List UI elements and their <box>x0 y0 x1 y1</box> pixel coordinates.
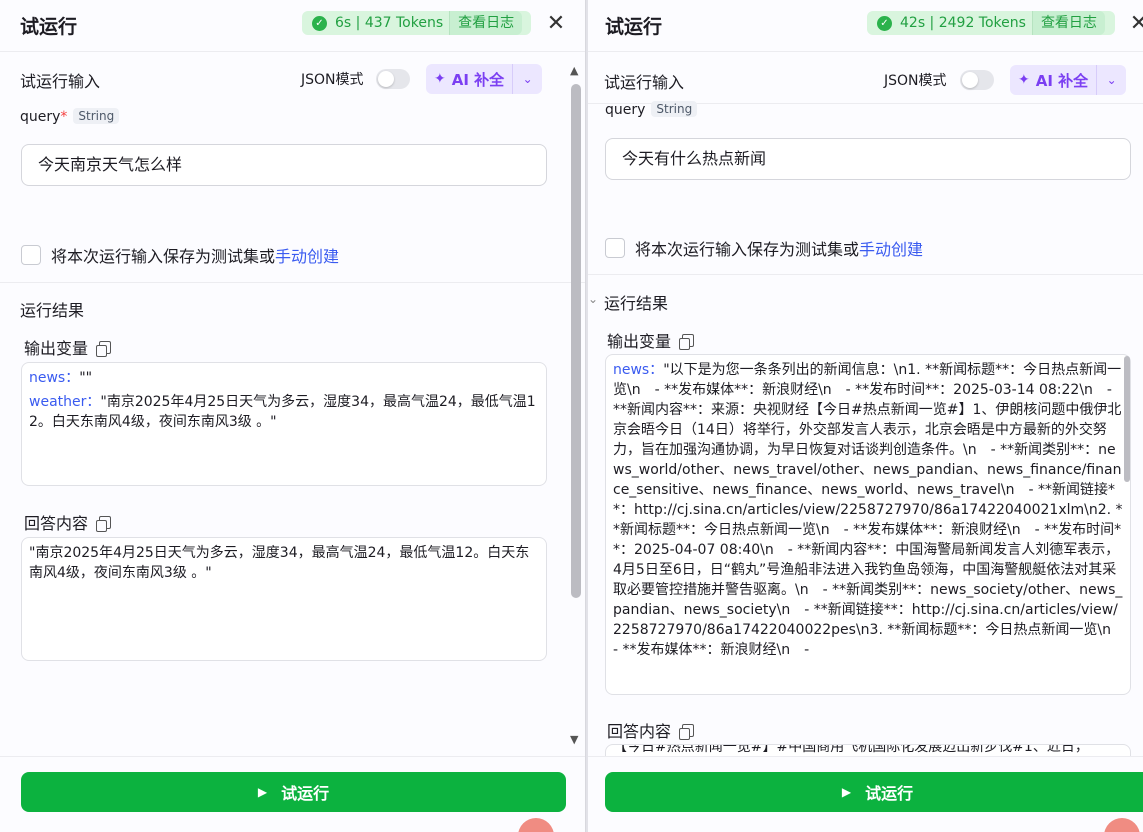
param-label: query* String <box>20 108 120 125</box>
answer-title: 回答内容 <box>607 718 695 742</box>
output-key: news： <box>613 362 664 378</box>
save-testset-checkbox[interactable] <box>605 238 625 258</box>
output-key: weather： <box>29 394 101 410</box>
output-vars-title: 输出变量 <box>607 328 695 352</box>
output-vars-box: news："以下是为您一条条列出的新闻信息：\n1. **新闻标题**：今日热点… <box>605 354 1131 695</box>
scrollbar-thumb[interactable] <box>571 84 581 598</box>
output-value: "" <box>79 370 93 386</box>
play-icon: ▶ <box>841 785 852 799</box>
output-value: "南京2025年4月25日天气为多云，湿度34，最高气温24，最低气温12。白天… <box>29 394 536 430</box>
sparkle-icon: ✦ <box>1018 72 1030 88</box>
output-vars-title: 输出变量 <box>24 335 112 359</box>
ai-complete-button[interactable]: ✦ AI 补全 ⌄ <box>1010 65 1127 95</box>
param-name: query <box>20 109 61 125</box>
left-test-run-panel: 试运行 ✓ 6s | 437 Tokens 查看日志 ✕ 试运行输入 JSON模… <box>0 0 586 832</box>
panel-title: 试运行 <box>605 16 663 38</box>
copy-icon[interactable] <box>679 724 695 740</box>
panel-header: 试运行 ✓ 6s | 437 Tokens 查看日志 ✕ <box>0 0 585 52</box>
manual-create-link[interactable]: 手动创建 <box>275 243 339 267</box>
answer-label: 回答内容 <box>607 722 672 741</box>
answer-box: "南京2025年4月25日天气为多云，湿度34，最高气温24，最低气温12。白天… <box>21 537 547 661</box>
input-section-title: 试运行输入 <box>20 72 101 91</box>
scrollbar-thumb[interactable] <box>1124 356 1130 482</box>
save-testset-text: 将本次运行输入保存为测试集或 <box>51 247 276 266</box>
output-row-news: news："" <box>29 368 539 388</box>
output-vars-label: 输出变量 <box>24 339 89 358</box>
json-mode-label: JSON模式 <box>884 73 947 89</box>
output-key: news： <box>29 370 80 386</box>
sparkle-icon: ✦ <box>434 71 446 87</box>
param-type-tag: String <box>651 101 698 117</box>
close-icon[interactable]: ✕ <box>1127 10 1143 38</box>
save-testset-checkbox[interactable] <box>21 245 41 265</box>
panel-header: 试运行 ✓ 42s | 2492 Tokens 查看日志 ✕ <box>588 0 1143 52</box>
param-label: query String <box>605 101 698 118</box>
required-mark: * <box>60 109 68 125</box>
panel-footer: ▶ 试运行 <box>588 756 1143 832</box>
run-label: 试运行 <box>281 784 330 803</box>
param-type-tag: String <box>73 108 120 124</box>
copy-icon[interactable] <box>679 334 695 350</box>
run-status-badge: ✓ 42s | 2492 Tokens 查看日志 <box>867 11 1115 35</box>
chevron-down-icon[interactable]: ⌄ <box>512 64 542 94</box>
success-check-icon: ✓ <box>877 15 892 31</box>
run-label: 试运行 <box>865 784 914 803</box>
panel-footer: ▶ 试运行 <box>0 756 585 832</box>
ai-complete-label: AI 补全 <box>1035 71 1089 90</box>
output-vars-label: 输出变量 <box>607 332 672 351</box>
ai-complete-label: AI 补全 <box>451 70 505 89</box>
scroll-down-arrow[interactable]: ▼ <box>570 733 578 746</box>
right-test-run-panel: 试运行 ✓ 42s | 2492 Tokens 查看日志 ✕ 试运行输入 JSO… <box>588 0 1143 832</box>
view-log-button[interactable]: 查看日志 <box>1031 11 1105 35</box>
close-icon[interactable]: ✕ <box>544 10 568 38</box>
copy-icon[interactable] <box>96 516 112 532</box>
run-stats: 6s | 437 Tokens <box>335 15 444 31</box>
panel-title: 试运行 <box>20 16 78 38</box>
play-icon: ▶ <box>257 785 268 799</box>
run-stats: 42s | 2492 Tokens <box>900 15 1026 31</box>
output-row-weather: weather："南京2025年4月25日天气为多云，湿度34，最高气温24，最… <box>29 392 539 432</box>
answer-label: 回答内容 <box>24 514 89 533</box>
save-testset-text: 将本次运行输入保存为测试集或 <box>635 240 860 259</box>
result-section-title: 运行结果 <box>604 294 669 313</box>
json-mode-toggle[interactable] <box>960 70 994 90</box>
collapse-caret-icon[interactable]: ⌄ <box>588 292 598 306</box>
param-name: query <box>605 102 646 118</box>
query-input[interactable]: 今天南京天气怎么样 <box>21 144 547 186</box>
json-mode-toggle[interactable] <box>376 69 410 89</box>
output-vars-box: news："" weather："南京2025年4月25日天气为多云，湿度34，… <box>21 362 547 486</box>
view-log-button[interactable]: 查看日志 <box>449 11 523 35</box>
copy-icon[interactable] <box>96 341 112 357</box>
run-status-badge: ✓ 6s | 437 Tokens 查看日志 <box>302 11 531 35</box>
run-button[interactable]: ▶ 试运行 <box>605 772 1143 812</box>
scroll-up-arrow[interactable]: ▲ <box>570 64 578 77</box>
result-section-title: 运行结果 <box>20 301 85 320</box>
divider <box>0 282 585 283</box>
ai-complete-button[interactable]: ✦ AI 补全 ⌄ <box>426 64 543 94</box>
output-value: "以下是为您一条条列出的新闻信息：\n1. **新闻标题**：今日热点新闻一览\… <box>613 362 1125 658</box>
answer-title: 回答内容 <box>24 510 112 534</box>
json-mode-label: JSON模式 <box>301 72 364 88</box>
divider <box>588 274 1143 275</box>
query-input[interactable]: 今天有什么热点新闻 <box>605 138 1131 180</box>
input-section-title: 试运行输入 <box>604 73 685 92</box>
chevron-down-icon[interactable]: ⌄ <box>1096 65 1126 95</box>
success-check-icon: ✓ <box>312 15 327 31</box>
run-button[interactable]: ▶ 试运行 <box>21 772 566 812</box>
save-testset-row: 将本次运行输入保存为测试集或 手动创建 <box>21 243 339 267</box>
manual-create-link[interactable]: 手动创建 <box>859 236 923 260</box>
save-testset-row: 将本次运行输入保存为测试集或 手动创建 <box>605 236 923 260</box>
